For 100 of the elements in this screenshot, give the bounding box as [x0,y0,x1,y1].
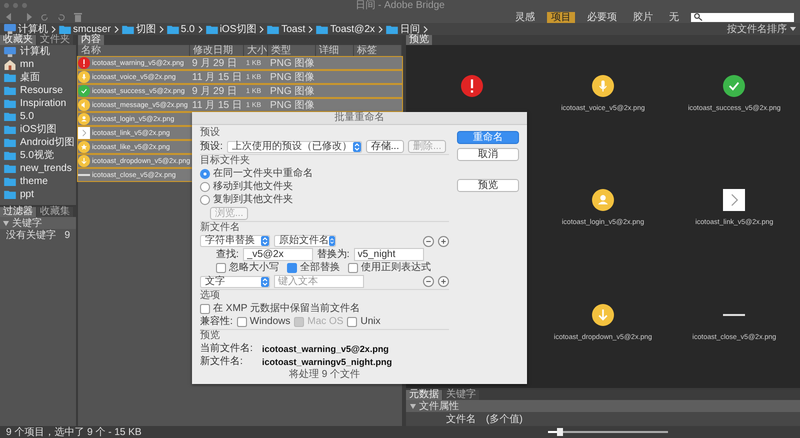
folder-icon [4,151,16,160]
dropdown[interactable]: 文字 [200,276,270,288]
favorite-item[interactable]: 计算机 [20,46,50,57]
caret-icon[interactable] [3,220,9,226]
rotate-right-icon[interactable] [57,12,66,22]
folder-icon [4,164,16,173]
chevron-icon [308,26,314,32]
radio-button[interactable] [200,195,210,205]
microphone-icon [592,75,614,97]
option-label: 全部替换 [300,262,340,274]
favorite-item[interactable]: Inspiration [20,98,66,109]
workspace-tab[interactable]: 项目 [547,12,575,22]
favorite-item[interactable]: 5.0 [20,111,34,122]
favorite-item[interactable]: mn [20,59,34,70]
breadcrumb-item[interactable]: 5.0 [166,24,195,34]
workspace-tab[interactable]: 必要项 [583,12,621,22]
favorite-item[interactable]: ppt [20,189,34,200]
panel-tab[interactable]: 文件夹 [37,35,73,45]
breadcrumb-item[interactable]: 日间 [386,24,420,34]
stepper-icon[interactable] [261,236,269,246]
checkbox[interactable] [216,263,226,273]
dialog-button[interactable]: 取消 [457,148,519,161]
panel-tab[interactable]: 内容 [78,35,104,45]
favorite-item[interactable]: 5.0视觉 [20,150,54,161]
panel-tab[interactable]: 过滤器 [0,207,36,217]
check-icon [723,75,746,97]
breadcrumb-item[interactable]: smcuser [59,24,111,34]
workspace-tab[interactable]: 无 [665,12,683,22]
workspace-tab[interactable]: 胶片 [629,12,657,22]
dropdown[interactable]: 字符串替换 [200,235,270,247]
slider-thumb[interactable] [557,428,563,436]
status-text: 9 个项目，选中了 9 个 - 15 KB [6,426,142,438]
filter-item[interactable]: 没有关键字 [6,228,56,242]
line-icon [78,174,90,176]
date-cell-text: 11 月 15 日 [191,72,243,82]
panel-tab[interactable]: 关键字 [443,390,479,400]
new-filename: icotoast_warningv5_night.png [262,356,392,368]
stepper-icon[interactable] [329,236,335,246]
option-label: 在 XMP 元数据中保留当前文件名 [213,303,360,315]
current-filename: icotoast_warning_v5@2x.png [262,343,389,355]
type-cell-text: PNG 图像 [269,100,316,110]
chevron-icon [259,26,264,32]
rotate-left-icon[interactable] [40,12,49,22]
radio-button[interactable] [200,169,210,179]
checkbox[interactable] [200,304,210,314]
panel-tab[interactable]: 收藏集 [37,207,73,217]
chevron-icon [198,26,203,32]
dialog-button[interactable]: 预览 [457,179,519,192]
panel-tab[interactable]: 元数据 [406,390,442,400]
option-label: 复制到其他文件夹 [213,194,293,206]
checkbox[interactable] [347,317,358,327]
radio-button[interactable] [200,182,210,192]
sort-dropdown[interactable]: 按文件名排序 [727,24,787,34]
option-label: 在同一文件夹中重命名 [213,168,313,180]
dropdown[interactable]: 上次使用的预设（已修改） [226,140,362,152]
type-cell-text: PNG 图像 [269,86,316,96]
checkbox[interactable] [236,317,247,327]
panel-tab[interactable]: 预览 [406,35,432,45]
folder-icon [4,99,16,108]
find-field[interactable]: _v5@2x [242,248,313,261]
breadcrumb-item[interactable]: iOS切图 [206,24,256,34]
minus-icon[interactable] [423,236,434,246]
checkbox[interactable] [287,263,297,273]
chevron-icon [114,26,119,32]
replace-field[interactable]: v5_night [354,248,424,261]
option-label: 忽略大小写 [229,262,279,274]
microphone-icon [78,71,90,83]
checkbox[interactable] [348,263,358,273]
caret-icon[interactable] [410,404,416,408]
breadcrumb-item[interactable]: 切图 [122,24,156,34]
stepper-icon[interactable] [352,142,361,152]
plus-icon[interactable] [438,276,449,287]
down-arrow-icon [78,155,90,167]
favorite-item[interactable]: Resourse [20,85,63,96]
chevron-icon [78,127,90,139]
dropdown[interactable]: 原始文件名 [274,235,336,247]
favorite-item[interactable]: new_trends [20,163,72,174]
breadcrumb-item[interactable]: Toast@2x [316,24,375,34]
plus-icon[interactable] [438,236,449,246]
favorite-item[interactable]: Android切图 [20,137,74,148]
date-cell-text: 9 月 29 日 [191,58,238,68]
caret-icon[interactable] [790,27,796,31]
trash-icon[interactable] [74,12,82,22]
breadcrumb-item[interactable]: 计算机 [4,24,48,34]
date-cell-text: 11 月 15 日 [191,100,243,110]
search-field[interactable] [691,12,794,22]
favorite-item[interactable]: 桌面 [20,72,40,83]
option-label: 使用正则表达式 [361,262,431,274]
workspace-tab[interactable]: 灵感 [511,12,539,22]
dialog-button[interactable]: 重命名 [457,131,519,144]
favorite-item[interactable]: theme [20,176,48,187]
stepper-icon[interactable] [261,276,269,286]
panel-tab[interactable]: 收藏夹 [0,35,36,45]
warning-icon [78,57,90,69]
save-button[interactable]: 存储... [366,140,404,153]
folder-icon [4,86,16,95]
minus-icon[interactable] [423,276,434,287]
breadcrumb-item[interactable]: Toast [267,24,306,34]
favorite-item[interactable]: iOS切图 [20,124,57,135]
chevron-icon [723,189,746,212]
